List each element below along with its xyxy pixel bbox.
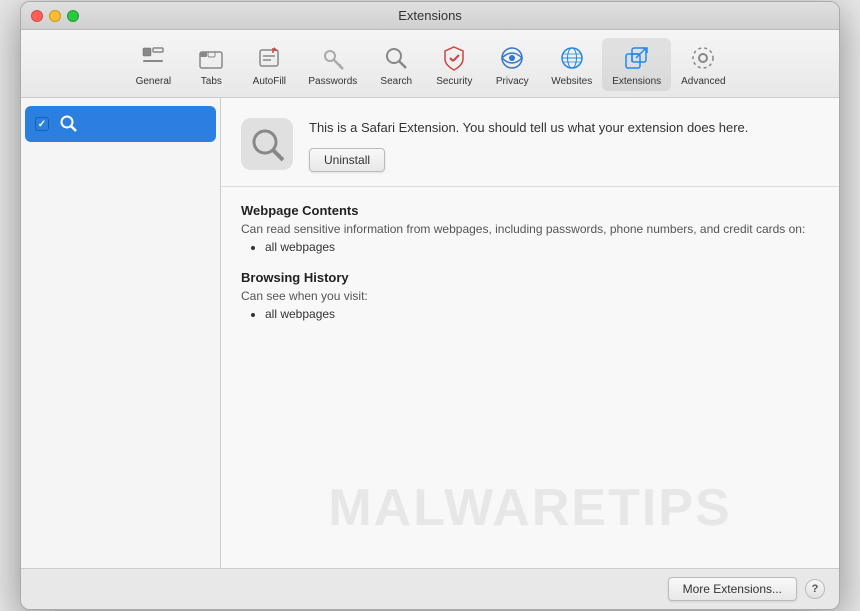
webpage-contents-desc: Can read sensitive information from webp… xyxy=(241,222,819,236)
websites-icon xyxy=(556,42,588,74)
browsing-history-item: all webpages xyxy=(265,307,819,321)
toolbar-item-privacy[interactable]: Privacy xyxy=(483,38,541,91)
more-extensions-button[interactable]: More Extensions... xyxy=(668,577,797,601)
toolbar-item-extensions[interactable]: Extensions xyxy=(602,38,671,91)
search-toolbar-icon xyxy=(380,42,412,74)
extensions-sidebar: ✓ xyxy=(21,98,221,568)
uninstall-button[interactable]: Uninstall xyxy=(309,148,385,172)
extension-detail-panel: MALWARETIPS This is a Safari Extension. … xyxy=(221,98,839,568)
extension-description: This is a Safari Extension. You should t… xyxy=(309,118,819,138)
preferences-toolbar: General Tabs A xyxy=(21,30,839,98)
extension-info: This is a Safari Extension. You should t… xyxy=(309,118,819,172)
autofill-label: AutoFill xyxy=(253,76,286,87)
security-label: Security xyxy=(436,76,472,87)
passwords-label: Passwords xyxy=(308,76,357,87)
advanced-label: Advanced xyxy=(681,76,725,87)
general-label: General xyxy=(136,76,172,87)
sidebar-item-search-ext[interactable]: ✓ xyxy=(25,106,216,142)
extension-enabled-checkbox[interactable]: ✓ xyxy=(35,117,49,131)
webpage-contents-title: Webpage Contents xyxy=(241,203,819,218)
extension-icon xyxy=(241,118,293,170)
extensions-icon xyxy=(621,42,653,74)
watermark: MALWARETIPS xyxy=(328,478,731,538)
window-title: Extensions xyxy=(398,8,462,23)
privacy-icon xyxy=(496,42,528,74)
webpage-contents-item: all webpages xyxy=(265,240,819,254)
toolbar-item-advanced[interactable]: Advanced xyxy=(671,38,735,91)
permission-browsing-history: Browsing History Can see when you visit:… xyxy=(241,270,819,321)
extension-header: This is a Safari Extension. You should t… xyxy=(221,98,839,187)
toolbar-item-passwords[interactable]: Passwords xyxy=(298,38,367,91)
extension-detail: This is a Safari Extension. You should t… xyxy=(221,98,839,353)
privacy-label: Privacy xyxy=(496,76,529,87)
passwords-icon xyxy=(317,42,349,74)
toolbar-item-websites[interactable]: Websites xyxy=(541,38,602,91)
safari-preferences-window: Extensions General Tabs xyxy=(20,1,840,610)
tabs-icon xyxy=(195,42,227,74)
extension-permissions: Webpage Contents Can read sensitive info… xyxy=(221,187,839,353)
content-area: ✓ MALWARETIPS xyxy=(21,98,839,568)
browsing-history-desc: Can see when you visit: xyxy=(241,289,819,303)
titlebar: Extensions xyxy=(21,2,839,30)
check-icon: ✓ xyxy=(38,119,46,130)
websites-label: Websites xyxy=(551,76,592,87)
browsing-history-list: all webpages xyxy=(241,307,819,321)
permission-webpage-contents: Webpage Contents Can read sensitive info… xyxy=(241,203,819,254)
webpage-contents-list: all webpages xyxy=(241,240,819,254)
maximize-button[interactable] xyxy=(67,10,79,22)
advanced-icon xyxy=(687,42,719,74)
minimize-button[interactable] xyxy=(49,10,61,22)
extensions-label: Extensions xyxy=(612,76,661,87)
security-icon xyxy=(438,42,470,74)
toolbar-item-security[interactable]: Security xyxy=(425,38,483,91)
close-button[interactable] xyxy=(31,10,43,22)
toolbar-item-general[interactable]: General xyxy=(124,38,182,91)
toolbar-item-tabs[interactable]: Tabs xyxy=(182,38,240,91)
tabs-label: Tabs xyxy=(201,76,222,87)
autofill-icon xyxy=(253,42,285,74)
search-toolbar-label: Search xyxy=(380,76,412,87)
toolbar-item-search[interactable]: Search xyxy=(367,38,425,91)
help-button[interactable]: ? xyxy=(805,579,825,599)
sidebar-ext-icon xyxy=(57,112,81,136)
window-controls xyxy=(31,10,79,22)
general-icon xyxy=(137,42,169,74)
browsing-history-title: Browsing History xyxy=(241,270,819,285)
toolbar-item-autofill[interactable]: AutoFill xyxy=(240,38,298,91)
window-footer: More Extensions... ? xyxy=(21,568,839,609)
